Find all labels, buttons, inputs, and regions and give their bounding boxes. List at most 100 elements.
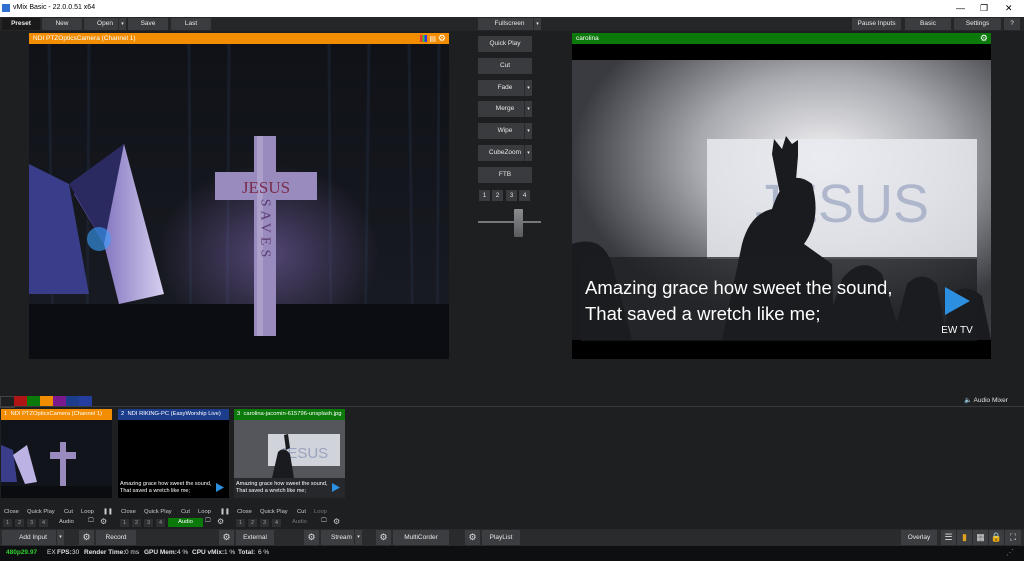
input-3-close-button[interactable]: Close: [237, 509, 252, 515]
fade-button[interactable]: Fade ▾: [478, 80, 532, 96]
input-2-overlay-3[interactable]: 3: [144, 519, 153, 527]
input-3-thumbnail[interactable]: JESUS Amazing grace how sweet the sound,…: [234, 420, 345, 498]
input-2-quick-play-button[interactable]: Quick Play: [144, 509, 172, 515]
colour-swatch-blue[interactable]: [66, 396, 79, 406]
chevron-down-icon[interactable]: ▾: [118, 18, 126, 30]
input-1-overlay-1[interactable]: 1: [3, 519, 12, 527]
tbar-handle[interactable]: [514, 209, 523, 237]
chevron-down-icon[interactable]: ▾: [533, 18, 541, 30]
close-icon[interactable]: ✕: [1005, 3, 1013, 14]
minimize-icon[interactable]: —: [956, 3, 965, 13]
record-gear-icon[interactable]: ⚙: [79, 530, 94, 545]
gear-icon[interactable]: ⚙: [217, 517, 224, 526]
colour-swatch-purple[interactable]: [53, 396, 66, 406]
input-2-thumbnail[interactable]: Amazing grace how sweet the sound, That …: [118, 420, 229, 498]
fullscreen-icon[interactable]: ⛶: [1005, 530, 1021, 545]
open-button[interactable]: Open ▾: [84, 18, 126, 30]
stream-gear-icon[interactable]: ⚙: [304, 530, 319, 545]
transition-1-button[interactable]: 1: [479, 190, 490, 201]
wipe-button[interactable]: Wipe ▾: [478, 123, 532, 139]
input-2-header[interactable]: 2 NDI RIKING-PC (EasyWorship Live): [118, 409, 229, 420]
input-2-close-button[interactable]: Close: [121, 509, 136, 515]
cubezoom-button[interactable]: CubeZoom ▾: [478, 145, 532, 161]
preview-video[interactable]: JESUS SAVES: [29, 44, 449, 359]
list-view-icon[interactable]: ☰: [941, 530, 956, 545]
colour-swatch-red[interactable]: [14, 396, 27, 406]
input-2-audio-button[interactable]: Audio: [168, 518, 203, 527]
help-button[interactable]: ?: [1004, 18, 1020, 30]
basic-button[interactable]: Basic: [905, 18, 951, 30]
cut-button[interactable]: Cut: [478, 58, 532, 74]
pause-inputs-button[interactable]: Pause Inputs: [852, 18, 901, 30]
input-3-loop-button[interactable]: Loop: [314, 509, 327, 515]
input-3-overlay-2[interactable]: 2: [248, 519, 257, 527]
save-button[interactable]: Save: [128, 18, 168, 30]
gear-icon[interactable]: ⚙: [333, 517, 340, 526]
input-1-close-button[interactable]: Close: [4, 509, 19, 515]
monitor-icon[interactable]: 🖵: [321, 518, 327, 525]
merge-button[interactable]: Merge ▾: [478, 101, 532, 117]
preset-button[interactable]: Preset: [2, 18, 40, 30]
input-3-cut-button[interactable]: Cut: [297, 509, 306, 515]
add-input-button[interactable]: Add Input ▾: [2, 530, 64, 545]
monitor-icon[interactable]: 🖵: [205, 518, 211, 525]
colour-icon[interactable]: [420, 35, 427, 42]
multicorder-button[interactable]: MultiCorder: [393, 530, 449, 545]
transition-3-button[interactable]: 3: [506, 190, 517, 201]
input-2-loop-button[interactable]: Loop: [198, 509, 211, 515]
pause-icon[interactable]: ❚❚: [103, 509, 113, 515]
gear-icon[interactable]: ⚙: [100, 517, 107, 526]
maximize-icon[interactable]: ❐: [980, 3, 988, 14]
input-3-audio-button[interactable]: Audio: [292, 519, 307, 525]
external-gear-icon[interactable]: ⚙: [219, 530, 234, 545]
ftb-button[interactable]: FTB: [478, 167, 532, 183]
colour-swatch-green[interactable]: [27, 396, 40, 406]
fullscreen-button[interactable]: Fullscreen ▾: [478, 18, 541, 30]
audio-mixer-button[interactable]: 🔈 Audio Mixer: [964, 396, 1022, 406]
chevron-down-icon[interactable]: ▾: [524, 145, 532, 161]
input-1-cut-button[interactable]: Cut: [64, 509, 73, 515]
chevron-down-icon[interactable]: ▾: [524, 101, 532, 117]
colour-swatch-orange[interactable]: [40, 396, 53, 406]
transition-2-button[interactable]: 2: [492, 190, 503, 201]
new-button[interactable]: New: [42, 18, 82, 30]
chevron-down-icon[interactable]: ▾: [354, 530, 362, 545]
input-1-loop-button[interactable]: Loop: [81, 509, 94, 515]
settings-button[interactable]: Settings: [954, 18, 1001, 30]
input-2-overlay-1[interactable]: 1: [120, 519, 129, 527]
input-3-overlay-1[interactable]: 1: [236, 519, 245, 527]
external-button[interactable]: External: [236, 530, 274, 545]
resize-grip-icon[interactable]: ⋰: [1006, 547, 1014, 558]
input-2-overlay-2[interactable]: 2: [132, 519, 141, 527]
lock-icon[interactable]: 🔒: [989, 530, 1004, 545]
input-2-cut-button[interactable]: Cut: [181, 509, 190, 515]
monitor-icon[interactable]: 🖵: [88, 518, 94, 525]
grid-view-icon[interactable]: ▦: [973, 530, 988, 545]
input-2-overlay-4[interactable]: 4: [156, 519, 165, 527]
input-1-overlay-3[interactable]: 3: [27, 519, 36, 527]
last-button[interactable]: Last: [171, 18, 211, 30]
input-1-quick-play-button[interactable]: Quick Play: [27, 509, 55, 515]
overlay-button[interactable]: Overlay: [901, 530, 937, 545]
gear-icon[interactable]: ⚙: [980, 33, 988, 44]
output-video[interactable]: JESUS Amazing grace how sweet the sound,…: [572, 44, 991, 359]
quick-play-button[interactable]: Quick Play: [478, 36, 532, 52]
record-button[interactable]: Record: [96, 530, 136, 545]
audio-levels-icon[interactable]: ▮: [957, 530, 972, 545]
input-1-overlay-4[interactable]: 4: [39, 519, 48, 527]
pause-icon[interactable]: ❚❚: [220, 509, 230, 515]
image-icon[interactable]: ▤: [429, 34, 436, 45]
input-1-overlay-2[interactable]: 2: [15, 519, 24, 527]
colour-swatch-navy[interactable]: [79, 396, 92, 406]
input-1-header[interactable]: 1 NDI PTZOpticsCamera (Channel 1): [1, 409, 112, 420]
stream-button[interactable]: Stream ▾: [321, 530, 362, 545]
chevron-down-icon[interactable]: ▾: [56, 530, 64, 545]
input-3-header[interactable]: 3 carolina-jacomin-615796-unsplash.jpg: [234, 409, 345, 420]
input-3-overlay-3[interactable]: 3: [260, 519, 269, 527]
playlist-gear-icon[interactable]: ⚙: [465, 530, 480, 545]
gear-icon[interactable]: ⚙: [438, 33, 446, 44]
chevron-down-icon[interactable]: ▾: [524, 123, 532, 139]
multicorder-gear-icon[interactable]: ⚙: [376, 530, 391, 545]
transition-4-button[interactable]: 4: [519, 190, 530, 201]
input-1-thumbnail[interactable]: [1, 420, 112, 498]
